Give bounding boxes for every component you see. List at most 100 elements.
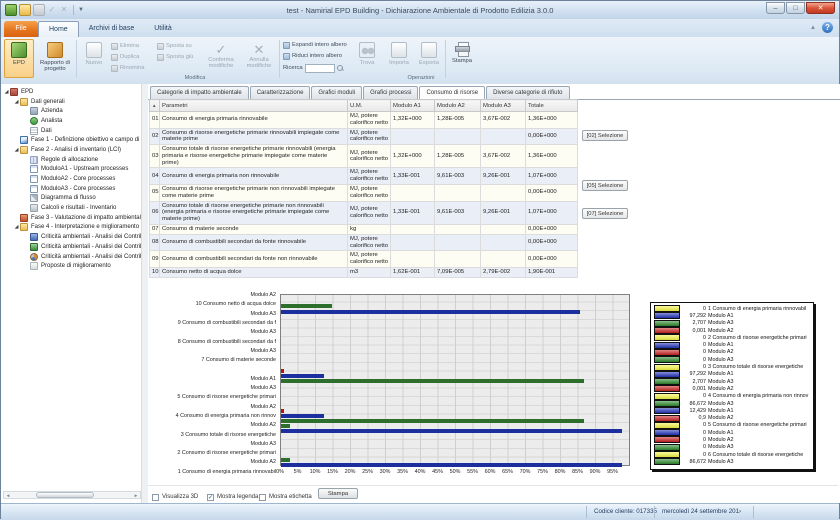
tree-item[interactable]: Criticità ambientali - Analisi dei Contr… — [1, 242, 147, 252]
selection-button[interactable]: [02] Selezione — [582, 130, 628, 141]
minimize-ribbon-icon[interactable]: ▲ — [810, 25, 816, 31]
table-row[interactable]: 07Consumo di materie secondekg0,00E+000 — [150, 224, 578, 234]
close-button[interactable]: ✕ — [806, 2, 835, 14]
tree-item[interactable]: Criticità ambientali - Analisi dei Contr… — [1, 232, 147, 242]
scrollbar-thumb[interactable] — [36, 492, 94, 498]
tree-item[interactable]: Proposte di miglioramento — [1, 261, 147, 271]
project-report-button[interactable]: Rapporto di progetto — [36, 39, 74, 78]
file-tab[interactable]: File — [4, 21, 38, 37]
ribbon-tab-home[interactable]: Home — [38, 21, 79, 37]
open-icon[interactable] — [19, 4, 31, 16]
tree-item[interactable]: ModuloA1 - Upstream processes — [1, 165, 147, 175]
column-header[interactable]: Totale — [526, 100, 578, 112]
tree-item[interactable]: Fase 1 - Definizione obiettivo e campo d… — [1, 135, 147, 145]
tab-diverse-categorie-di-rifiuto[interactable]: Diverse categorie di rifiuto — [486, 86, 569, 99]
quick-access-dropdown-icon[interactable]: ▼ — [78, 7, 84, 13]
table-row[interactable]: 05Consumo di risorse energetiche primari… — [150, 185, 578, 202]
minimize-button[interactable]: – — [766, 2, 785, 14]
confirm-changes-button[interactable]: ✓ Conferma modifiche — [203, 39, 239, 78]
rename-button[interactable]: Rinomina — [111, 63, 145, 73]
tree-item[interactable]: Diagramma di flusso — [1, 194, 147, 204]
tree-item[interactable]: ◢Dati generali — [1, 97, 147, 107]
table-row[interactable]: 04Consumo di energia primaria non rinnov… — [150, 168, 578, 185]
checkbox-mostra-legenda[interactable]: ✓Mostra legenda — [207, 494, 258, 501]
legend-row: 01 Consumo di energia primaria rinnovabi… — [654, 305, 813, 312]
epd-button[interactable]: EPD — [4, 39, 34, 78]
expander-icon[interactable]: ◢ — [13, 99, 20, 105]
chart-print-button[interactable]: Stampa — [318, 488, 358, 499]
column-header[interactable]: Modulo A2 — [435, 100, 481, 112]
checkbox-icon[interactable]: ✓ — [207, 494, 214, 501]
delete-button[interactable]: Elimina — [111, 41, 139, 51]
table-row[interactable]: 08Consumo di combustibili secondari da f… — [150, 234, 578, 251]
expander-icon[interactable]: ◢ — [13, 147, 20, 153]
search-row: Ricerca — [283, 63, 344, 73]
move-down-button[interactable]: Sposta giù — [157, 52, 193, 62]
column-header[interactable]: Parametri — [160, 100, 348, 112]
chart-y-axis-label: 1 Consumo di energia primaria rinnovabil — [148, 468, 276, 477]
column-header[interactable]: Modulo A1 — [391, 100, 435, 112]
tree-item[interactable]: Azienda — [1, 106, 147, 116]
search-icon[interactable] — [337, 65, 344, 72]
selection-button[interactable]: [05] Selezione — [582, 180, 628, 191]
value-cell: 0,00E+000 — [526, 224, 578, 234]
column-header[interactable]: U.M. — [348, 100, 391, 112]
maximize-button[interactable]: □ — [786, 2, 805, 14]
tab-categorie-di-impatto-ambientale[interactable]: Categorie di impatto ambientale — [150, 86, 249, 99]
import-button[interactable]: Importa — [385, 39, 413, 78]
duplicate-button[interactable]: Duplica — [111, 52, 139, 62]
move-up-button[interactable]: Sposta su — [157, 41, 192, 51]
ribbon-tab-archivi-di-base[interactable]: Archivi di base — [79, 21, 145, 37]
cancel-icon[interactable]: ✕ — [59, 5, 69, 15]
expand-tree-button[interactable]: Espandi intero albero — [283, 40, 347, 50]
checkbox-icon[interactable] — [152, 494, 159, 501]
scroll-right-icon[interactable]: ► — [132, 493, 140, 498]
new-button[interactable]: Nuovo — [79, 39, 109, 78]
export-button[interactable]: Esporta — [415, 39, 443, 78]
tree-item[interactable]: Fase 3 - Valutazione di impatto ambienta… — [1, 213, 147, 223]
tree-item[interactable]: Calcoli e risultati - Inventario — [1, 203, 147, 213]
tree-item[interactable]: ModuloA3 - Core processes — [1, 184, 147, 194]
search-input[interactable] — [305, 64, 335, 73]
table-row[interactable]: 06Consumo totale di risorse energetiche … — [150, 201, 578, 224]
scroll-left-icon[interactable]: ◄ — [4, 493, 12, 498]
sort-column-header[interactable]: ▲ — [150, 100, 160, 112]
table-row[interactable]: 03Consumo totale di risorse energetiche … — [150, 145, 578, 168]
tree-item[interactable]: ModuloA2 - Core processes — [1, 174, 147, 184]
tab-caratterizzazione[interactable]: Caratterizzazione — [250, 86, 311, 99]
checkbox-icon[interactable] — [259, 494, 266, 501]
checkbox-mostra-etichetta[interactable]: Mostra etichetta — [259, 494, 312, 501]
tree-item[interactable]: Criticità ambientali - Analisi dei Contr… — [1, 252, 147, 262]
tab-grafici-moduli[interactable]: Grafici moduli — [311, 86, 362, 99]
table-row[interactable]: 01Consumo di energia primaria rinnovabil… — [150, 112, 578, 129]
confirm-icon[interactable]: ✓ — [47, 5, 57, 15]
tree-item[interactable]: ◢Fase 2 - Analisi di inventario (LCI) — [1, 145, 147, 155]
tree-horizontal-scrollbar[interactable]: ◄ ► — [3, 491, 141, 499]
tree-item[interactable]: Analista — [1, 116, 147, 126]
tab-grafici-processi[interactable]: Grafici processi — [363, 86, 418, 99]
ribbon-tab-utilità[interactable]: Utilità — [144, 21, 182, 37]
param-cell: Consumo netto di acqua dolce — [160, 267, 348, 277]
tab-consumo-di-risorse[interactable]: Consumo di risorse — [419, 86, 485, 99]
expander-icon[interactable]: ◢ — [3, 89, 10, 95]
table-row[interactable]: 10Consumo netto di acqua dolcem31,62E-00… — [150, 267, 578, 277]
value-cell — [391, 251, 435, 268]
table-row[interactable]: 02Consumo di risorse energetiche primari… — [150, 128, 578, 145]
help-icon[interactable]: ? — [822, 22, 833, 33]
tree-item[interactable]: ◢Fase 4 - Interpretazione e migliorament… — [1, 223, 147, 233]
tree-item[interactable]: ◢EPD — [1, 87, 147, 97]
tree-item[interactable]: Regole di allocazione — [1, 155, 147, 165]
collapse-tree-button[interactable]: Riduci intero albero — [283, 51, 342, 61]
column-header[interactable]: Modulo A3 — [481, 100, 526, 112]
legend-swatch — [654, 305, 680, 312]
save-icon[interactable] — [33, 4, 45, 16]
legend-value: 0,001 — [682, 328, 706, 334]
tree-item[interactable]: Dati — [1, 126, 147, 136]
expander-icon[interactable]: ◢ — [13, 224, 20, 230]
print-button[interactable]: Stampa — [448, 39, 476, 78]
selection-button[interactable]: [07] Selezione — [582, 208, 628, 219]
cancel-changes-button[interactable]: ✕ Annulla modifiche — [241, 39, 277, 78]
table-row[interactable]: 09Consumo di combustibili secondari da f… — [150, 251, 578, 268]
checkbox-visualizza-3d[interactable]: Visualizza 3D — [152, 494, 198, 501]
find-button[interactable]: Trova — [353, 39, 381, 78]
